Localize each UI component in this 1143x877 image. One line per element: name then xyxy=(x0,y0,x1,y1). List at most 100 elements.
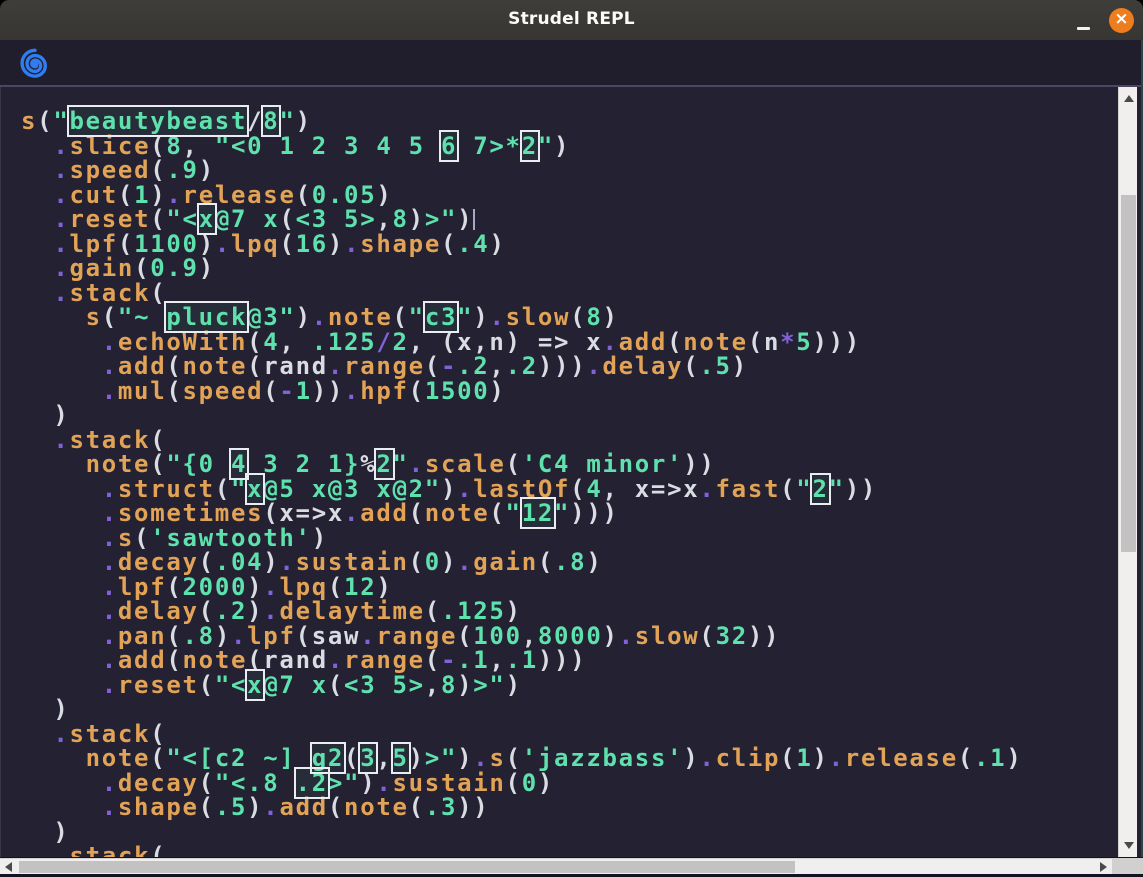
scroll-left-arrow-icon[interactable] xyxy=(5,862,12,872)
code-token: ) xyxy=(812,744,828,772)
code-line[interactable]: .struct("x@5 x@3 x@2").lastOf(4, x=>x.fa… xyxy=(21,477,1118,502)
code-token: ) xyxy=(489,230,505,258)
code-token: . xyxy=(102,377,118,405)
code-line[interactable]: .mul(speed(-1)).hpf(1500) xyxy=(21,379,1118,404)
code-token: ( xyxy=(409,377,425,405)
code-line[interactable]: .lpf(1100).lpq(16).shape(.4) xyxy=(21,232,1118,257)
code-line[interactable]: .speed(.9) xyxy=(21,158,1118,183)
code-token: . xyxy=(344,377,360,405)
minimize-button[interactable] xyxy=(1069,0,1099,40)
code-token: ) xyxy=(1006,744,1022,772)
code-token: ( xyxy=(780,744,796,772)
code-line[interactable]: .slice(8, "<0 1 2 3 4 5 6 7>*2") xyxy=(21,134,1118,159)
code-token: fast xyxy=(716,475,781,503)
code-token: ) xyxy=(328,230,344,258)
code-token: ) xyxy=(506,671,522,699)
code-line[interactable]: .sometimes(x=>x.add(note("12"))) xyxy=(21,501,1118,526)
code-line[interactable]: .delay(.2).delaytime(.125) xyxy=(21,599,1118,624)
code-line[interactable]: .stack( xyxy=(21,428,1118,453)
code-token: ( xyxy=(958,744,974,772)
scroll-right-arrow-icon[interactable] xyxy=(1100,862,1107,872)
code-token: s xyxy=(86,303,102,331)
scroll-up-arrow-icon[interactable] xyxy=(1124,95,1134,102)
code-token: .5 xyxy=(699,352,731,380)
code-token: " xyxy=(554,499,570,527)
code-token: 1 xyxy=(796,744,812,772)
code-line[interactable]: .decay(.04).sustain(0).gain(.8) xyxy=(21,550,1118,575)
code-line[interactable]: .stack( xyxy=(21,722,1118,747)
code-token: ( xyxy=(199,671,215,699)
code-token: s xyxy=(21,107,37,135)
vertical-scrollbar[interactable] xyxy=(1118,87,1137,857)
code-line[interactable]: .decay("<.8 .2>").sustain(0) xyxy=(21,771,1118,796)
code-token: speed xyxy=(183,377,264,405)
code-line[interactable]: .cut(1).release(0.05) xyxy=(21,183,1118,208)
code-token: ( xyxy=(409,499,425,527)
code-line[interactable]: .add(note(rand.range(-.1,.1))) xyxy=(21,648,1118,673)
vertical-scrollbar-thumb[interactable] xyxy=(1121,195,1136,552)
scroll-down-arrow-icon[interactable] xyxy=(1124,842,1134,849)
code-token: n xyxy=(764,328,780,356)
code-line[interactable]: .reset("<x@7 x(<3 5>,8)>") xyxy=(21,673,1118,698)
code-line[interactable]: .gain(0.9) xyxy=(21,256,1118,281)
code-token: , xyxy=(425,671,441,699)
code-token: ( xyxy=(489,499,505,527)
scrollbar-corner xyxy=(1112,858,1143,874)
code-token: )) xyxy=(312,377,344,405)
code-token: .4 xyxy=(457,230,489,258)
code-line[interactable]: ) xyxy=(21,697,1118,722)
code-token: ))) xyxy=(570,499,618,527)
code-line[interactable]: .stack( xyxy=(21,844,1118,857)
code-line[interactable]: .pan(.8).lpf(saw.range(100,8000).slow(32… xyxy=(21,624,1118,649)
code-line[interactable]: ) xyxy=(21,820,1118,845)
code-token: ( xyxy=(441,230,457,258)
code-line[interactable]: ) xyxy=(21,403,1118,428)
code-token: . xyxy=(53,842,69,857)
code-line[interactable]: .add(note(rand.range(-.2,.2))).delay(.5) xyxy=(21,354,1118,379)
code-line[interactable]: s("~ pluck@3").note("c3").slow(8) xyxy=(21,305,1118,330)
code-token: . xyxy=(102,793,118,821)
code-token: gain xyxy=(473,548,538,576)
code-token: ) xyxy=(602,622,618,650)
code-token: . xyxy=(457,548,473,576)
code-line[interactable]: note("{0 4 3 2 1}%2".scale('C4 minor')) xyxy=(21,452,1118,477)
horizontal-scrollbar-thumb[interactable] xyxy=(19,861,795,873)
text-cursor xyxy=(473,209,475,230)
code-token: . xyxy=(344,499,360,527)
active-event-highlight: 2 xyxy=(522,132,538,160)
code-token: 16 xyxy=(296,230,328,258)
code-token: . xyxy=(586,352,602,380)
code-line[interactable]: note("<[c2 ~] g2(3,5)>").s('jazzbass').c… xyxy=(21,746,1118,771)
strudel-spiral-logo-icon xyxy=(20,48,50,78)
code-token: slow xyxy=(635,622,700,650)
code-token: ))) xyxy=(538,646,586,674)
code-line[interactable]: s("beautybeast/8") xyxy=(21,109,1118,134)
active-event-highlight: 12 xyxy=(522,499,554,527)
code-editor[interactable]: s("beautybeast/8") .slice(8, "<0 1 2 3 4… xyxy=(0,87,1118,857)
code-line[interactable]: .reset("<x@7 x(<3 5>,8)>") xyxy=(21,207,1118,232)
code-token: .5 xyxy=(215,793,247,821)
code-token: ) xyxy=(247,793,263,821)
code-token: ( xyxy=(409,793,425,821)
code-token: " xyxy=(829,475,845,503)
code-token: ( xyxy=(279,230,295,258)
code-line[interactable]: .echoWith(4, .125/2, (x,n) => x.add(note… xyxy=(21,330,1118,355)
code-line[interactable]: .lpf(2000).lpq(12) xyxy=(21,575,1118,600)
code-token: . xyxy=(102,671,118,699)
code-token: " xyxy=(796,475,812,503)
code-token: mul xyxy=(118,377,166,405)
code-line[interactable]: .s('sawtooth') xyxy=(21,526,1118,551)
code-line[interactable]: .shape(.5).add(note(.3)) xyxy=(21,795,1118,820)
code-token: * xyxy=(780,328,796,356)
code-token: ) xyxy=(732,352,748,380)
code-token: .1 xyxy=(974,744,1006,772)
code-token: )) xyxy=(845,475,877,503)
code-token: ) xyxy=(457,671,473,699)
code-token: 0 xyxy=(425,548,441,576)
close-icon: × xyxy=(1114,11,1128,28)
close-button[interactable]: × xyxy=(1109,8,1134,33)
code-line[interactable]: .stack( xyxy=(21,281,1118,306)
code-token: ( xyxy=(199,793,215,821)
horizontal-scrollbar[interactable] xyxy=(0,858,1112,874)
code-token: .3 xyxy=(425,793,457,821)
